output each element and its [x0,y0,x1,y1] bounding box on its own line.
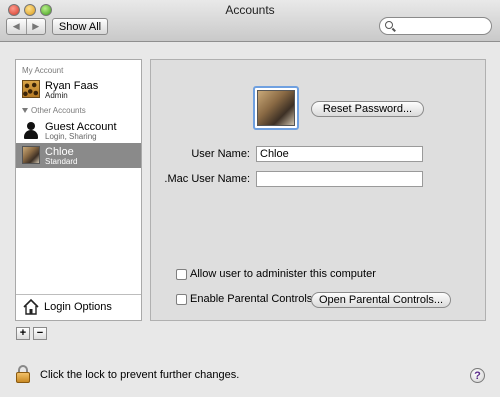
add-account-button[interactable]: + [16,327,30,340]
window-title: Accounts [225,3,275,17]
account-role: Login, Sharing [45,132,97,141]
allow-admin-label: Allow user to administer this computer [190,268,376,280]
lock-status-text: Click the lock to prevent further change… [40,369,240,381]
reset-password-button[interactable]: Reset Password... [311,101,424,117]
account-item-ryan-faas[interactable]: Ryan Faas Admin [16,77,141,102]
account-role: Standard [45,157,78,166]
login-options-label: Login Options [44,301,112,313]
back-arrow-icon[interactable]: ◀ [7,19,26,34]
help-button[interactable]: ? [470,368,485,383]
mac-user-name-label: .Mac User Name: [164,173,250,185]
search-field[interactable] [379,17,492,35]
allow-admin-checkbox[interactable] [176,269,187,280]
show-all-button[interactable]: Show All [52,18,108,35]
forward-arrow-icon[interactable]: ▶ [25,19,46,34]
other-accounts-header: Other Accounts [22,106,86,115]
account-role: Admin [45,91,68,100]
parental-controls-checkbox[interactable] [176,294,187,305]
mac-user-name-field[interactable] [256,171,423,187]
account-item-guest[interactable]: Guest Account Login, Sharing [16,118,141,143]
parental-controls-label: Enable Parental Controls [190,293,313,305]
user-name-field[interactable] [256,146,423,162]
search-icon [385,21,393,29]
cat-picture-icon [257,90,295,126]
account-detail-panel [150,59,486,321]
guest-user-icon [22,121,40,139]
my-account-header: My Account [22,66,64,75]
leopard-avatar-icon [22,80,40,98]
window-toolbar: Accounts ◀ ▶ Show All [0,0,500,42]
lock-icon[interactable] [16,365,32,383]
account-item-chloe[interactable]: Chloe Standard [16,143,141,168]
house-icon [23,298,39,315]
account-picture-well[interactable] [253,86,299,130]
cat-avatar-icon [22,146,40,164]
login-options-item[interactable]: Login Options [16,294,141,320]
disclosure-triangle-icon[interactable] [22,108,28,114]
remove-account-button[interactable]: − [33,327,47,340]
open-parental-controls-button[interactable]: Open Parental Controls... [311,292,451,308]
user-name-label: User Name: [191,148,250,160]
back-forward-control: ◀ ▶ [6,18,46,35]
accounts-list: My Account Ryan Faas Admin Other Account… [15,59,142,321]
